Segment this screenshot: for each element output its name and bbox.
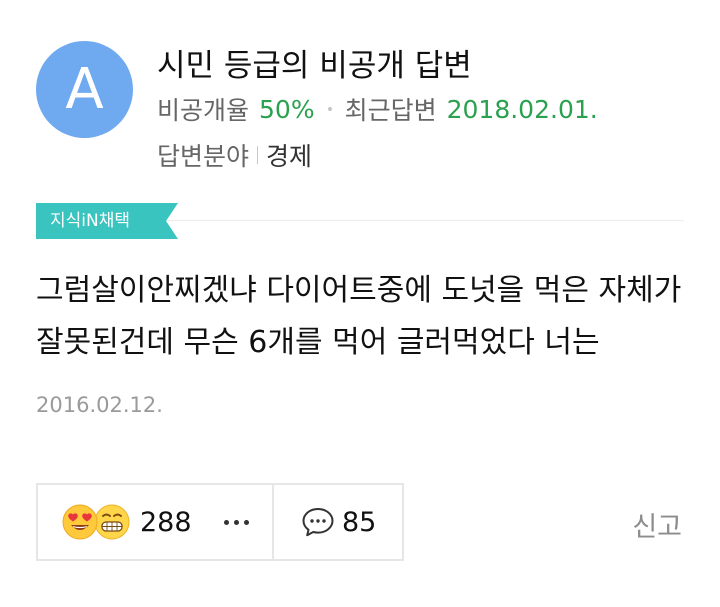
recent-answer-value: 2018.02.01.: [446, 94, 598, 124]
ellipsis-icon[interactable]: [223, 519, 249, 525]
profile-name[interactable]: 시민 등급의 비공개 답변: [157, 40, 472, 85]
private-rate-label: 비공개율: [157, 96, 250, 125]
private-rate-value: 50%: [259, 94, 315, 124]
selected-badge-row: 지식iN채택: [36, 203, 684, 239]
grinning-emoji-icon: [94, 504, 130, 540]
speech-bubble-icon: [302, 508, 334, 537]
reaction-count: 288: [140, 506, 192, 538]
answer-text: 그럼살이안찌겠냐 다이어트중에 도넛을 먹은 자체가 잘못된건데 무슨 6개를 …: [36, 273, 682, 360]
recent-answer-label: 최근답변: [344, 96, 437, 125]
reaction-emojis: [62, 504, 130, 540]
avatar[interactable]: A: [36, 41, 133, 138]
answer-date: 2016.02.12.: [36, 393, 163, 417]
answer-card: A 시민 등급의 비공개 답변 비공개율 50% 최근답변 2018.02.01…: [0, 0, 720, 607]
badge-ribbon-tail: [166, 203, 178, 239]
report-button[interactable]: 신고: [632, 505, 682, 544]
dot-separator: [327, 107, 332, 111]
action-bar: 288 85: [36, 483, 404, 561]
comment-count: 85: [342, 506, 377, 538]
selected-badge: 지식iN채택: [36, 203, 166, 239]
reaction-button[interactable]: 288: [38, 485, 274, 559]
profile-stats: 비공개율 50% 최근답변 2018.02.01.: [157, 91, 598, 127]
comment-button[interactable]: 85: [274, 485, 402, 559]
answer-field: 답변분야 경제: [157, 137, 312, 173]
answer-field-value: 경제: [266, 142, 313, 171]
answer-field-label: 답변분야: [157, 142, 250, 171]
heart-eyes-emoji-icon: [62, 504, 98, 540]
divider: [257, 146, 259, 164]
